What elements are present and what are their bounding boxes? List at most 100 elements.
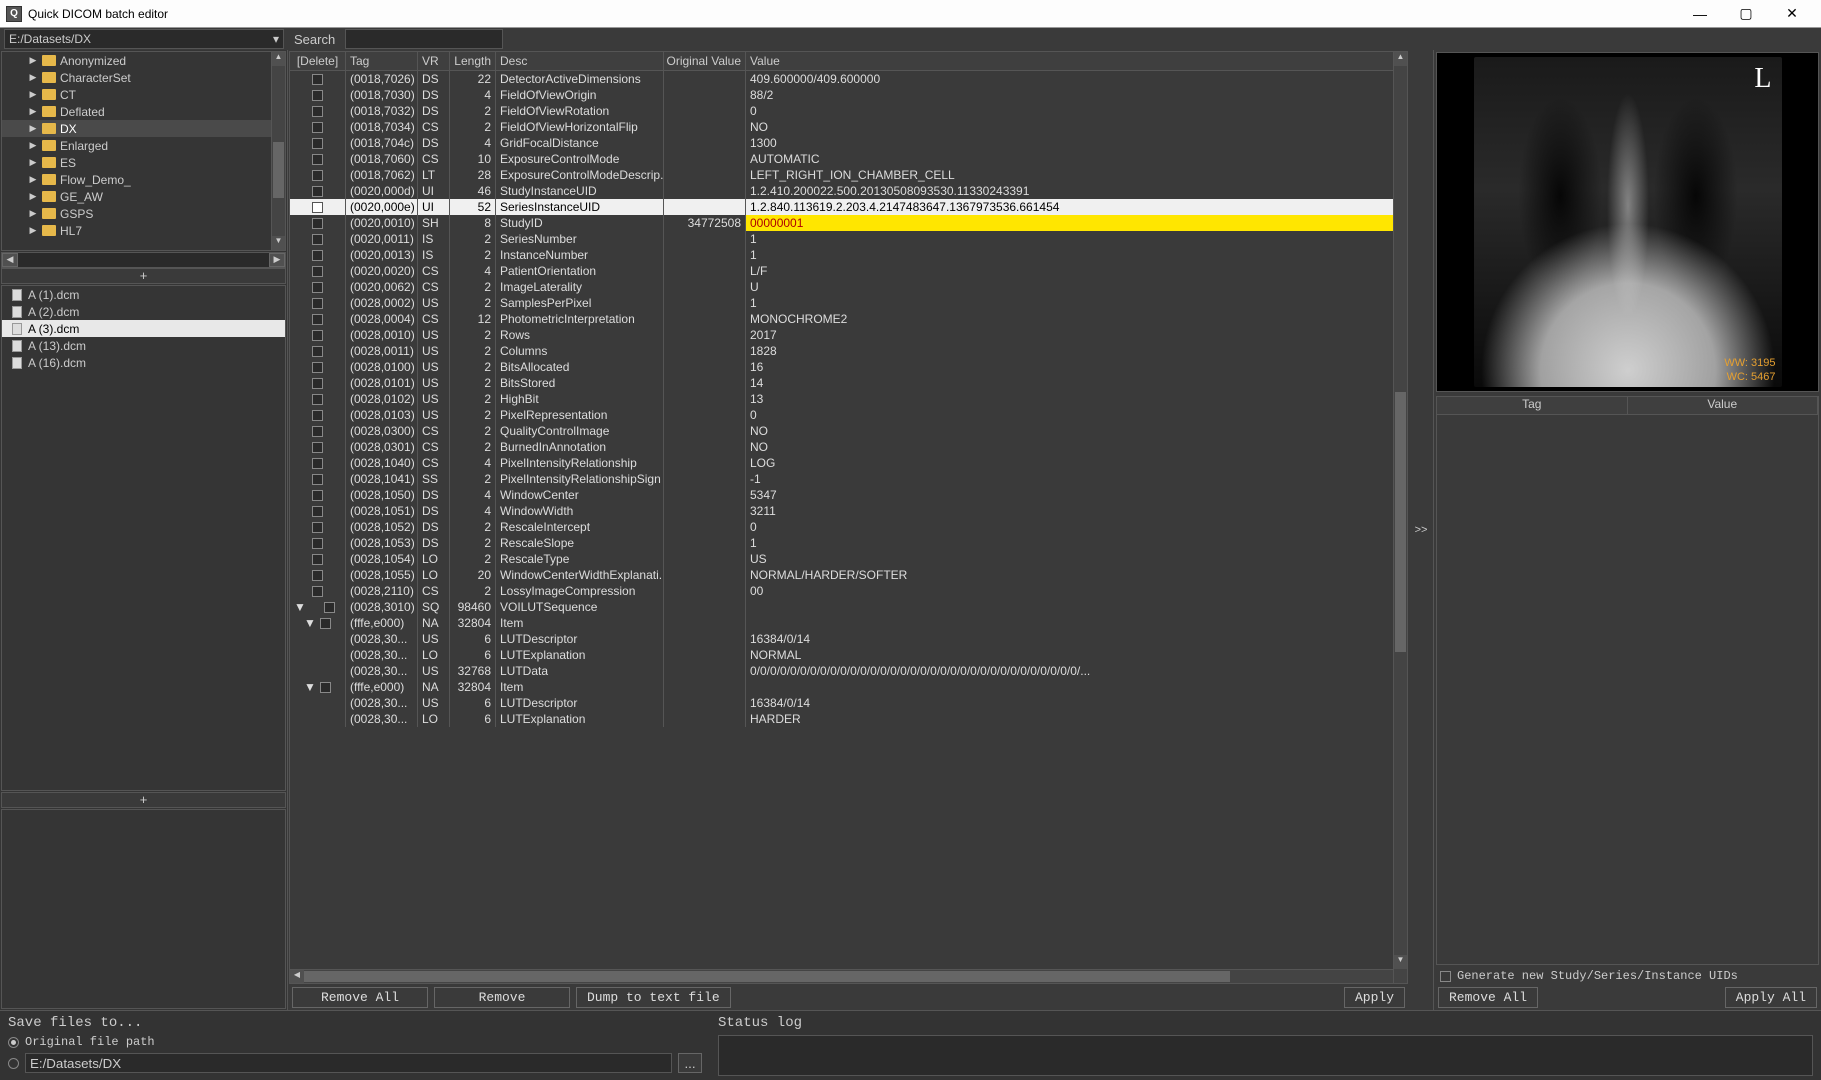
delete-checkbox[interactable] — [312, 234, 323, 245]
table-row[interactable]: (0020,0013)IS2InstanceNumber1 — [290, 247, 1407, 263]
value-cell[interactable]: US — [746, 551, 1407, 567]
delete-checkbox[interactable] — [312, 490, 323, 501]
header-desc[interactable]: Desc — [496, 52, 664, 70]
expand-icon[interactable]: ▶ — [28, 123, 38, 134]
table-row[interactable]: (0028,0103)US2PixelRepresentation0 — [290, 407, 1407, 423]
delete-checkbox[interactable] — [312, 154, 323, 165]
delete-checkbox[interactable] — [312, 522, 323, 533]
table-row[interactable]: (0028,0002)US2SamplesPerPixel1 — [290, 295, 1407, 311]
value-cell[interactable]: 16384/0/14 — [746, 695, 1407, 711]
series-list[interactable] — [1, 809, 286, 1009]
value-cell[interactable]: NO — [746, 119, 1407, 135]
value-cell[interactable]: 0 — [746, 103, 1407, 119]
delete-checkbox[interactable] — [312, 282, 323, 293]
table-row[interactable]: (0018,7032)DS2FieldOfViewRotation0 — [290, 103, 1407, 119]
expand-icon[interactable]: ▶ — [28, 72, 38, 83]
delete-checkbox[interactable] — [312, 170, 323, 181]
table-vscrollbar[interactable]: ▲ ▼ — [1393, 52, 1407, 983]
table-row[interactable]: (0028,1055)LO20WindowCenterWidthExplanat… — [290, 567, 1407, 583]
header-delete[interactable]: [Delete] — [290, 52, 346, 70]
table-row[interactable]: (0018,7034)CS2FieldOfViewHorizontalFlipN… — [290, 119, 1407, 135]
value-cell[interactable]: 16 — [746, 359, 1407, 375]
table-row[interactable]: ▼(fffe,e000)NA32804Item — [290, 679, 1407, 695]
apply-button[interactable]: Apply — [1344, 987, 1405, 1008]
file-item[interactable]: A (1).dcm — [2, 286, 285, 303]
radio-original-path[interactable] — [8, 1037, 19, 1048]
delete-checkbox[interactable] — [312, 138, 323, 149]
scroll-left-icon[interactable]: ◀ — [2, 253, 18, 267]
table-row[interactable]: (0028,1054)LO2RescaleTypeUS — [290, 551, 1407, 567]
tree-scrollbar[interactable]: ▲ ▼ — [271, 52, 285, 250]
value-cell[interactable]: NORMAL — [746, 647, 1407, 663]
delete-checkbox[interactable] — [312, 570, 323, 581]
value-cell[interactable]: 2017 — [746, 327, 1407, 343]
folder-item[interactable]: ▶ES — [2, 154, 285, 171]
delete-checkbox[interactable] — [312, 298, 323, 309]
dump-button[interactable]: Dump to text file — [576, 987, 731, 1008]
value-cell[interactable] — [746, 679, 1407, 695]
path-combobox[interactable]: E:/Datasets/DX ▾ — [4, 29, 284, 49]
table-row[interactable]: (0018,7030)DS4FieldOfViewOrigin88/2 — [290, 87, 1407, 103]
file-item[interactable]: A (13).dcm — [2, 337, 285, 354]
folder-item[interactable]: ▶Deflated — [2, 103, 285, 120]
value-cell[interactable]: 0/0/0/0/0/0/0/0/0/0/0/0/0/0/0/0/0/0/0/0/… — [746, 663, 1407, 679]
header-tag[interactable]: Tag — [346, 52, 418, 70]
delete-checkbox[interactable] — [312, 74, 323, 85]
delete-checkbox[interactable] — [312, 378, 323, 389]
value-cell[interactable] — [746, 599, 1407, 615]
delete-checkbox[interactable] — [312, 586, 323, 597]
delete-checkbox[interactable] — [312, 122, 323, 133]
expand-icon[interactable]: ▶ — [28, 157, 38, 168]
delete-checkbox[interactable] — [312, 506, 323, 517]
folder-item[interactable]: ▶CT — [2, 86, 285, 103]
value-cell[interactable]: 1.2.840.113619.2.203.4.2147483647.136797… — [746, 199, 1407, 215]
tag-value-panel[interactable]: Tag Value — [1436, 396, 1819, 965]
value-cell[interactable]: 1828 — [746, 343, 1407, 359]
table-row[interactable]: (0028,0101)US2BitsStored14 — [290, 375, 1407, 391]
value-cell[interactable]: 16384/0/14 — [746, 631, 1407, 647]
value-cell[interactable]: L/F — [746, 263, 1407, 279]
delete-checkbox[interactable] — [320, 682, 331, 693]
expand-icon[interactable]: ▶ — [28, 225, 38, 236]
delete-checkbox[interactable] — [312, 266, 323, 277]
table-row[interactable]: (0028,1041)SS2PixelIntensityRelationship… — [290, 471, 1407, 487]
value-cell[interactable]: AUTOMATIC — [746, 151, 1407, 167]
expand-icon[interactable]: ▶ — [28, 208, 38, 219]
table-row[interactable]: (0020,0062)CS2ImageLateralityU — [290, 279, 1407, 295]
table-row[interactable]: (0028,1050)DS4WindowCenter5347 — [290, 487, 1407, 503]
delete-checkbox[interactable] — [312, 106, 323, 117]
table-row[interactable]: (0018,7026)DS22DetectorActiveDimensions4… — [290, 71, 1407, 87]
browse-button[interactable]: ... — [678, 1053, 702, 1073]
delete-checkbox[interactable] — [312, 314, 323, 325]
close-button[interactable]: ✕ — [1769, 5, 1815, 22]
value-cell[interactable]: 0 — [746, 407, 1407, 423]
expand-icon[interactable]: ▶ — [28, 191, 38, 202]
remove-button[interactable]: Remove — [434, 987, 570, 1008]
generate-uid-checkbox[interactable] — [1440, 971, 1451, 982]
table-row[interactable]: (0028,30...LO6LUTExplanationNORMAL — [290, 647, 1407, 663]
delete-checkbox[interactable] — [324, 602, 335, 613]
add-file-button[interactable]: + — [1, 792, 286, 808]
value-cell[interactable]: 14 — [746, 375, 1407, 391]
delete-checkbox[interactable] — [312, 410, 323, 421]
file-item[interactable]: A (2).dcm — [2, 303, 285, 320]
expand-icon[interactable]: ▼ — [304, 680, 316, 694]
value-cell[interactable]: NO — [746, 423, 1407, 439]
value-cell[interactable]: 1 — [746, 247, 1407, 263]
delete-checkbox[interactable] — [320, 618, 331, 629]
expand-icon[interactable]: ▶ — [28, 89, 38, 100]
header-length[interactable]: Length — [450, 52, 496, 70]
folder-tree[interactable]: ▶Anonymized▶CharacterSet▶CT▶Deflated▶DX▶… — [1, 51, 286, 251]
table-row[interactable]: (0028,1040)CS4PixelIntensityRelationship… — [290, 455, 1407, 471]
table-row[interactable]: (0020,000e)UI52SeriesInstanceUID1.2.840.… — [290, 199, 1407, 215]
table-row[interactable]: (0028,0010)US2Rows2017 — [290, 327, 1407, 343]
delete-checkbox[interactable] — [312, 442, 323, 453]
table-row[interactable]: (0028,0100)US2BitsAllocated16 — [290, 359, 1407, 375]
scroll-right-icon[interactable]: ▶ — [269, 253, 285, 267]
table-row[interactable]: (0028,0004)CS12PhotometricInterpretation… — [290, 311, 1407, 327]
table-row[interactable]: (0028,0102)US2HighBit13 — [290, 391, 1407, 407]
folder-item[interactable]: ▶Enlarged — [2, 137, 285, 154]
table-row[interactable]: (0018,704c)DS4GridFocalDistance1300 — [290, 135, 1407, 151]
header-original-value[interactable]: Original Value — [664, 52, 746, 70]
value-cell[interactable]: 00 — [746, 583, 1407, 599]
